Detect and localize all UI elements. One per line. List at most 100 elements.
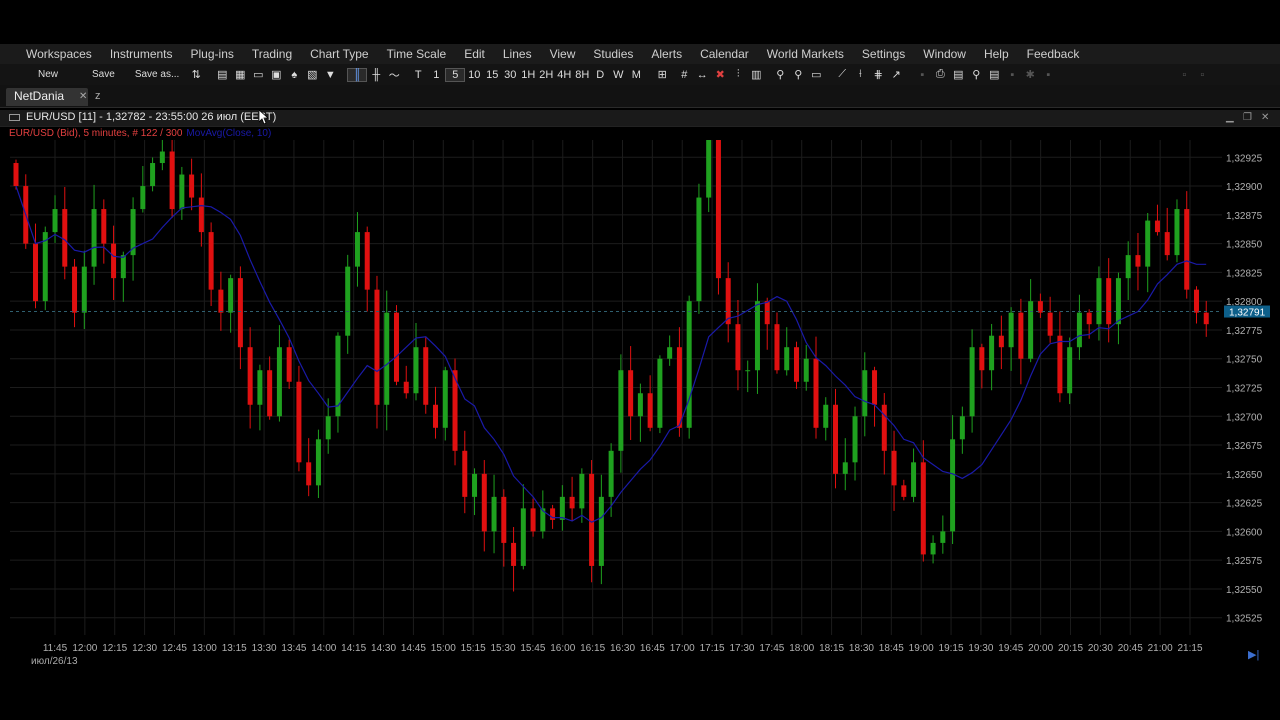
layout-icon[interactable]: ▤	[213, 68, 231, 81]
candle-up	[803, 358, 809, 382]
candle-up	[1076, 312, 1082, 348]
tf-w[interactable]: W	[609, 69, 627, 81]
menu-chart-type[interactable]: Chart Type	[303, 47, 375, 61]
menu-view[interactable]: View	[543, 47, 583, 61]
scroll-icon[interactable]: ↔	[693, 69, 711, 81]
candlestick-chart-icon[interactable]: ║	[347, 67, 368, 82]
sort-icon[interactable]: ⇅	[187, 68, 205, 81]
candle-down	[462, 450, 468, 497]
candlestick-chart[interactable]: 1,329251,329001,328751,328501,328251,328…	[0, 140, 1280, 675]
indicator-icon[interactable]: ⫶	[729, 68, 747, 81]
volume-icon[interactable]: ▥	[747, 68, 765, 81]
crosshair-icon[interactable]: ⊞	[653, 68, 671, 81]
tf-2h[interactable]: 2H	[537, 69, 555, 81]
save-button[interactable]: Save	[84, 69, 123, 80]
candle-up	[491, 496, 497, 532]
zoom-in-icon[interactable]: ⚲	[771, 68, 789, 81]
candle-up	[472, 473, 478, 497]
scroll-to-end-icon[interactable]: ▶|	[1248, 648, 1262, 662]
new-button[interactable]: New	[30, 69, 66, 80]
news-icon[interactable]: ▧	[303, 68, 321, 81]
trendline-icon[interactable]: ⟋	[833, 68, 851, 81]
x-tick-label: 14:15	[341, 643, 366, 654]
tf-5[interactable]: 5	[445, 67, 466, 82]
candle-up	[637, 393, 643, 417]
candle-down	[881, 404, 887, 451]
menu-time-scale[interactable]: Time Scale	[380, 47, 454, 61]
maximize-icon[interactable]: ▫	[1193, 69, 1211, 81]
menu-workspaces[interactable]: Workspaces	[19, 47, 99, 61]
tf-30[interactable]: 30	[501, 69, 519, 81]
channel-icon[interactable]: ⋕	[869, 68, 887, 81]
menu-studies[interactable]: Studies	[586, 47, 640, 61]
download-icon[interactable]: ▼	[321, 69, 339, 81]
candle-down	[13, 163, 19, 187]
bell-icon[interactable]: ♠	[285, 69, 303, 81]
menu-lines[interactable]: Lines	[496, 47, 539, 61]
calculator-icon[interactable]: ▣	[267, 68, 285, 81]
y-tick-label: 1,32675	[1226, 441, 1263, 452]
tab-z[interactable]: z	[95, 88, 101, 106]
top-black-bar	[0, 0, 1280, 44]
arrow-tool-icon[interactable]: ↗	[887, 68, 905, 81]
chart-area[interactable]: 1,32925 1,32900 1,32875 1,32850 1,32825 1,328…	[0, 140, 1280, 675]
x-tick-label: 15:15	[461, 643, 486, 654]
minimize-icon[interactable]: ▁	[1226, 112, 1234, 123]
save-as-button[interactable]: Save as...	[127, 69, 187, 80]
grid-icon[interactable]: #	[675, 69, 693, 81]
tf-4h[interactable]: 4H	[555, 69, 573, 81]
ask-icon[interactable]: ▤	[985, 68, 1003, 81]
tf-8h[interactable]: 8H	[573, 69, 591, 81]
restore-window-icon[interactable]: ❐	[1243, 112, 1252, 123]
tf-1h[interactable]: 1H	[519, 69, 537, 81]
menu-calendar[interactable]: Calendar	[693, 47, 756, 61]
y-tick-label: 1,32850	[1226, 240, 1263, 251]
candle-up	[1125, 255, 1131, 279]
bar-chart-icon[interactable]: ╫	[367, 69, 385, 81]
x-tick-label: 12:00	[72, 643, 97, 654]
candle-down	[296, 381, 302, 463]
tf-15[interactable]: 15	[483, 69, 501, 81]
fibonacci-icon[interactable]: ⟊	[851, 68, 869, 81]
delete-icon[interactable]: ✖	[711, 68, 729, 81]
bid-ask-icon[interactable]: ▤	[949, 68, 967, 81]
window-icon[interactable]: ▭	[249, 68, 267, 81]
menu-help[interactable]: Help	[977, 47, 1016, 61]
candle-up	[140, 186, 146, 210]
tf-tick[interactable]: T	[409, 69, 427, 81]
menu-alerts[interactable]: Alerts	[644, 47, 689, 61]
tf-m[interactable]: M	[627, 69, 645, 81]
candle-down	[891, 450, 897, 486]
settings-tool-icon[interactable]: ✱	[1021, 68, 1039, 81]
series-label: EUR/USD (Bid), 5 minutes, # 122 / 300	[9, 128, 183, 139]
menu-world-markets[interactable]: World Markets	[760, 47, 851, 61]
menu-plugins[interactable]: Plug-ins	[184, 47, 241, 61]
close-window-icon[interactable]: ✕	[1261, 112, 1269, 123]
restore-icon[interactable]: ▫	[1175, 69, 1193, 81]
print-icon[interactable]: ⎙	[931, 68, 949, 81]
fit-icon[interactable]: ▭	[807, 68, 825, 81]
zoom-out-icon[interactable]: ⚲	[789, 68, 807, 81]
more-tool-icon[interactable]: ▪	[1039, 69, 1057, 81]
candle-down	[1037, 301, 1043, 313]
menu-edit[interactable]: Edit	[457, 47, 492, 61]
tf-10[interactable]: 10	[465, 69, 483, 81]
close-icon[interactable]: ✕	[79, 88, 87, 105]
tab-netdania[interactable]: NetDania ✕	[6, 88, 88, 106]
menu-settings[interactable]: Settings	[855, 47, 912, 61]
candle-down	[1106, 278, 1112, 325]
tf-1[interactable]: 1	[427, 69, 445, 81]
magnifier-icon[interactable]: ⚲	[967, 68, 985, 81]
menu-feedback[interactable]: Feedback	[1020, 47, 1087, 61]
candle-up	[959, 416, 965, 440]
menu-window[interactable]: Window	[916, 47, 973, 61]
candle-up	[325, 416, 331, 440]
tf-d[interactable]: D	[591, 69, 609, 81]
line-chart-icon[interactable]: 〜	[385, 67, 403, 83]
menu-instruments[interactable]: Instruments	[103, 47, 180, 61]
candle-up	[276, 347, 282, 417]
candle-up	[842, 462, 848, 474]
menu-trading[interactable]: Trading	[245, 47, 299, 61]
x-tick-label: 17:15	[700, 643, 725, 654]
grid-layout-icon[interactable]: ▦	[231, 68, 249, 81]
